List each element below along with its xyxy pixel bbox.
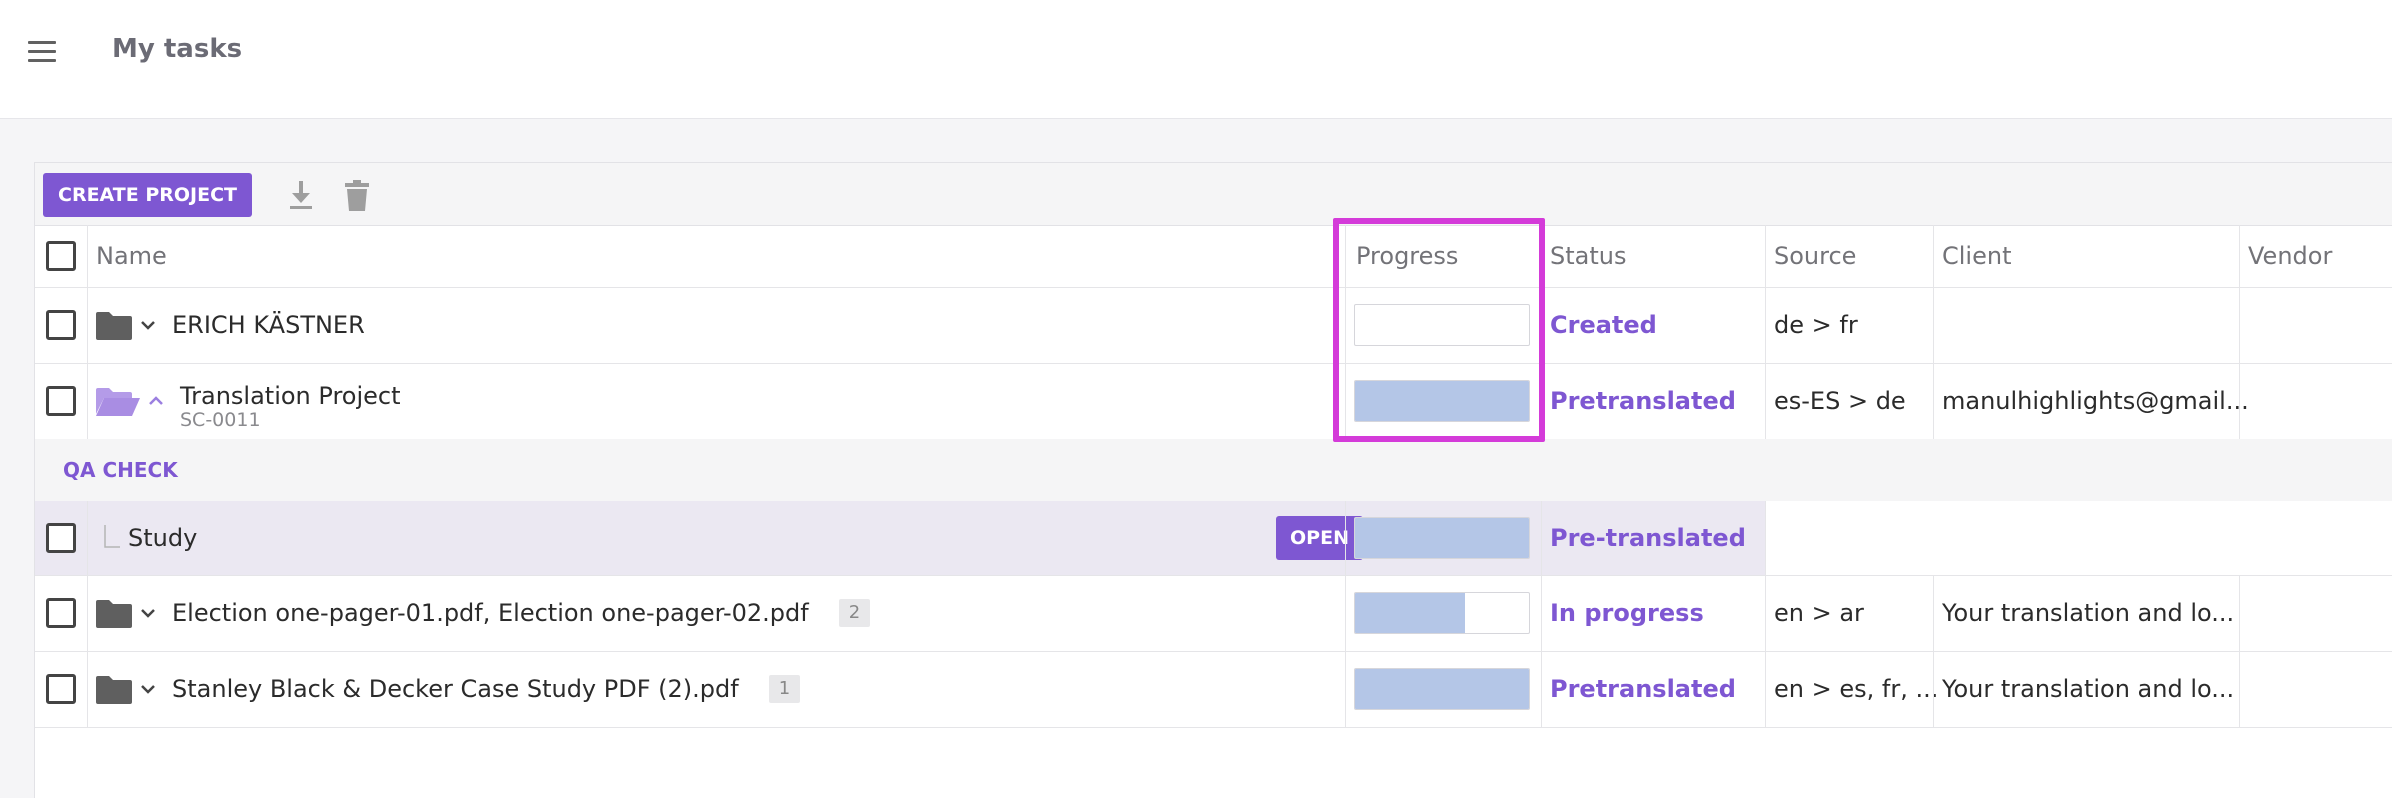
- column-header-name[interactable]: Name: [96, 242, 167, 270]
- toolbar: CREATE PROJECT: [35, 163, 2392, 226]
- chevron-up-icon[interactable]: [148, 395, 164, 407]
- client-name: Your translation and lo...: [1942, 675, 2235, 703]
- progress-fill: [1355, 669, 1529, 709]
- subtask-row[interactable]: Study OPEN Pre-translated: [35, 501, 2392, 576]
- progress-fill: [1355, 381, 1529, 421]
- progress-bar: [1354, 668, 1530, 710]
- download-icon[interactable]: [283, 177, 319, 213]
- select-all-checkbox[interactable]: [46, 241, 76, 271]
- source-languages: es-ES > de: [1774, 387, 1906, 415]
- client-name: manulhighlights@gmail...: [1942, 387, 2249, 415]
- row-checkbox[interactable]: [46, 386, 76, 416]
- chevron-down-icon[interactable]: [140, 607, 156, 619]
- top-bar: My tasks: [0, 0, 2392, 119]
- progress-bar: [1354, 592, 1530, 634]
- source-languages: en > ar: [1774, 599, 1864, 627]
- column-header-status[interactable]: Status: [1550, 242, 1626, 270]
- row-checkbox[interactable]: [46, 310, 76, 340]
- trash-icon[interactable]: [339, 177, 375, 213]
- folder-open-icon: [96, 388, 140, 416]
- row-checkbox[interactable]: [46, 674, 76, 704]
- table-row[interactable]: ERICH KÄSTNER Created de > fr: [35, 287, 2392, 364]
- table-row[interactable]: Translation Project SC-0011 Pretranslate…: [35, 363, 2392, 440]
- progress-bar: [1354, 304, 1530, 346]
- file-count-badge: 1: [768, 675, 801, 703]
- project-name[interactable]: ERICH KÄSTNER: [172, 311, 365, 339]
- project-name[interactable]: Stanley Black & Decker Case Study PDF (2…: [172, 675, 739, 703]
- progress-bar: [1354, 380, 1530, 422]
- table-header: Name Progress Status Source Client Vendo…: [35, 225, 2392, 288]
- column-header-vendor[interactable]: Vendor: [2248, 242, 2332, 270]
- status-link[interactable]: Created: [1550, 311, 1657, 339]
- column-header-progress[interactable]: Progress: [1356, 242, 1458, 270]
- folder-icon: [96, 600, 132, 628]
- file-count-badge: 2: [838, 599, 871, 627]
- qa-check-link[interactable]: QA CHECK: [63, 458, 178, 482]
- status-link[interactable]: In progress: [1550, 599, 1704, 627]
- table-row[interactable]: Stanley Black & Decker Case Study PDF (2…: [35, 651, 2392, 728]
- table-row[interactable]: Election one-pager-01.pdf, Election one-…: [35, 575, 2392, 652]
- chevron-down-icon[interactable]: [140, 683, 156, 695]
- row-checkbox[interactable]: [46, 523, 76, 553]
- progress-fill: [1355, 593, 1465, 633]
- chevron-down-icon[interactable]: [140, 319, 156, 331]
- project-name[interactable]: Election one-pager-01.pdf, Election one-…: [172, 599, 809, 627]
- projects-panel: CREATE PROJECT Name Progress Status Sour…: [34, 162, 2392, 798]
- folder-icon: [96, 676, 132, 704]
- project-code: SC-0011: [180, 409, 261, 431]
- source-languages: en > es, fr, ...: [1774, 675, 1939, 703]
- hamburger-menu-icon[interactable]: [28, 41, 56, 65]
- progress-bar: [1354, 517, 1530, 559]
- column-header-source[interactable]: Source: [1774, 242, 1856, 270]
- status-link[interactable]: Pretranslated: [1550, 675, 1736, 703]
- status-link[interactable]: Pre-translated: [1550, 524, 1746, 552]
- page-title: My tasks: [112, 34, 243, 64]
- row-checkbox[interactable]: [46, 598, 76, 628]
- client-name: Your translation and lo...: [1942, 599, 2235, 627]
- create-project-button[interactable]: CREATE PROJECT: [43, 173, 252, 217]
- qa-check-row: QA CHECK: [35, 439, 2392, 502]
- progress-fill: [1355, 518, 1529, 558]
- source-languages: de > fr: [1774, 311, 1858, 339]
- status-link[interactable]: Pretranslated: [1550, 387, 1736, 415]
- folder-icon: [96, 312, 132, 340]
- tree-branch-icon: [104, 525, 120, 548]
- project-name[interactable]: Translation Project: [180, 382, 401, 410]
- subtask-name[interactable]: Study: [128, 524, 197, 552]
- column-header-client[interactable]: Client: [1942, 242, 2011, 270]
